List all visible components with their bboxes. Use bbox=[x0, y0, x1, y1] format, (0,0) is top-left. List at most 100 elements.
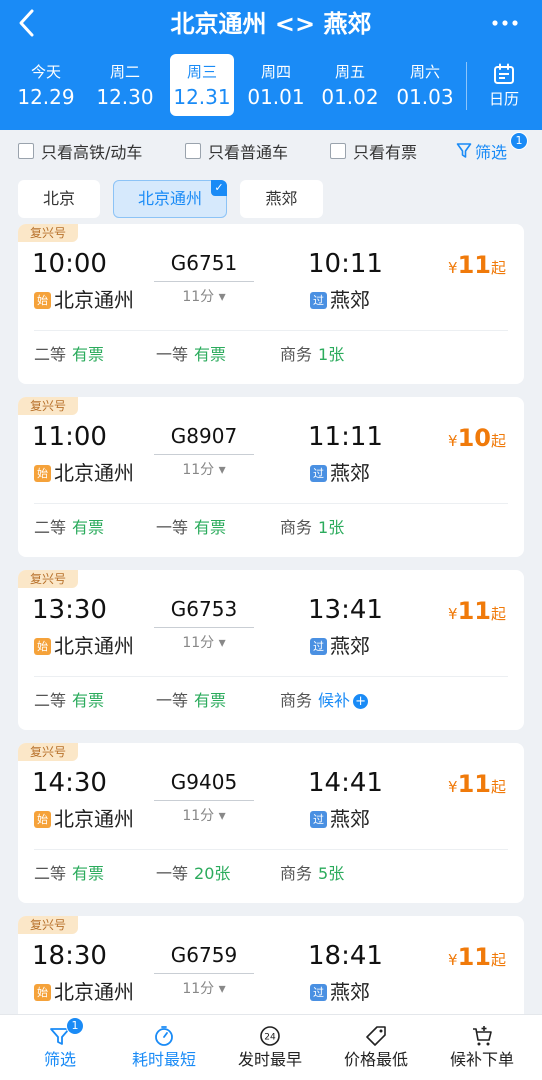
available-only-checkbox[interactable]: 只看有票 bbox=[330, 140, 417, 162]
date-tab-today[interactable]: 今天 12.29 bbox=[14, 54, 78, 116]
origin-badge-icon: 始 bbox=[34, 464, 51, 482]
waitlist-order-button[interactable]: 候补下单 bbox=[428, 1021, 536, 1071]
sort-shortest-button[interactable]: 耗时最短 bbox=[110, 1021, 218, 1071]
seat-label: 一等 bbox=[156, 518, 189, 537]
seat-availability: 5张 bbox=[318, 864, 345, 883]
train-number: G6759 bbox=[170, 943, 238, 967]
seat-label: 一等 bbox=[156, 691, 189, 710]
checkbox-label: 只看有票 bbox=[353, 143, 418, 162]
seat-availability: 有票 bbox=[72, 518, 105, 537]
train-number: G8907 bbox=[170, 424, 238, 448]
seat-business-class: 商务 1张 bbox=[280, 344, 344, 366]
date-tab-fri[interactable]: 周五 01.02 bbox=[318, 54, 382, 116]
seat-label: 二等 bbox=[34, 864, 67, 883]
arrival-time: 10:11 bbox=[308, 249, 383, 279]
origin-badge-icon: 始 bbox=[34, 810, 51, 828]
date-tab-date: 12.29 bbox=[17, 85, 75, 109]
price-value: 11 bbox=[457, 251, 491, 279]
origin-name: 北京通州 bbox=[54, 288, 134, 312]
duration[interactable]: 11分 ▾ bbox=[154, 805, 254, 827]
price-value: 10 bbox=[457, 424, 491, 452]
duration[interactable]: 11分 ▾ bbox=[154, 459, 254, 481]
checkbox-box bbox=[185, 143, 201, 159]
price-value: 11 bbox=[457, 770, 491, 798]
calendar-button[interactable]: 日历 bbox=[472, 58, 536, 110]
station-chip-label: 北京通州 bbox=[137, 189, 202, 208]
train-card[interactable]: 复兴号 18:30 G6759 11分 ▾ 18:41 ¥11起 始北京通州 过… bbox=[18, 916, 524, 1014]
seat-availability: 20张 bbox=[194, 864, 231, 883]
origin-station: 始北京通州 bbox=[34, 805, 134, 833]
station-chip-beijing[interactable]: 北京 bbox=[18, 180, 100, 218]
date-tab-thu[interactable]: 周四 01.01 bbox=[244, 54, 308, 116]
plus-circle-icon[interactable]: + bbox=[353, 693, 369, 709]
origin-station: 始北京通州 bbox=[34, 632, 134, 660]
train-card[interactable]: 复兴号 11:00 G8907 11分 ▾ 11:11 ¥10起 始北京通州 过… bbox=[18, 397, 524, 557]
seat-label: 商务 bbox=[280, 864, 313, 883]
currency-symbol: ¥ bbox=[448, 259, 458, 277]
cart-plus-icon bbox=[473, 1026, 492, 1046]
departure-time: 18:30 bbox=[32, 941, 107, 971]
date-tab-tue[interactable]: 周二 12.30 bbox=[93, 54, 157, 116]
date-tab-sat[interactable]: 周六 01.03 bbox=[393, 54, 457, 116]
more-dots-icon[interactable] bbox=[490, 8, 520, 45]
train-card[interactable]: 复兴号 13:30 G6753 11分 ▾ 13:41 ¥11起 始北京通州 过… bbox=[18, 570, 524, 730]
station-chip-beijing-tongzhou[interactable]: 北京通州 ✓ bbox=[113, 180, 227, 218]
duration-text: 11分 bbox=[182, 981, 215, 997]
stopwatch-icon bbox=[155, 1026, 173, 1046]
destination-name: 燕郊 bbox=[330, 288, 370, 312]
seat-availability: 有票 bbox=[72, 691, 105, 710]
duration[interactable]: 11分 ▾ bbox=[154, 286, 254, 308]
sort-earliest-button[interactable]: 24 发时最早 bbox=[216, 1021, 324, 1071]
filter-button[interactable]: 筛选 bbox=[456, 139, 507, 163]
filter-count-badge: 1 bbox=[510, 132, 528, 150]
seat-availability: 候补 bbox=[318, 691, 351, 710]
date-tab-weekday: 周六 bbox=[409, 63, 440, 81]
train-type-tag: 复兴号 bbox=[18, 570, 78, 588]
arrival-time: 14:41 bbox=[308, 768, 383, 798]
caret-down-icon: ▾ bbox=[218, 635, 226, 651]
price-suffix: 起 bbox=[490, 778, 506, 796]
seat-label: 商务 bbox=[280, 345, 313, 364]
duration[interactable]: 11分 ▾ bbox=[154, 978, 254, 1000]
train-card[interactable]: 复兴号 10:00 G6751 11分 ▾ 10:11 ¥11起 始北京通州 过… bbox=[18, 224, 524, 384]
origin-badge-icon: 始 bbox=[34, 983, 51, 1001]
bottom-filter-button[interactable]: 筛选 bbox=[6, 1021, 114, 1071]
date-tab-date: 01.03 bbox=[396, 85, 454, 109]
route-line bbox=[154, 973, 254, 974]
duration[interactable]: 11分 ▾ bbox=[154, 632, 254, 654]
destination-name: 燕郊 bbox=[330, 980, 370, 1004]
currency-symbol: ¥ bbox=[448, 605, 458, 623]
duration-text: 11分 bbox=[182, 635, 215, 651]
station-chips: 北京 北京通州 ✓ 燕郊 bbox=[0, 176, 542, 222]
high-speed-checkbox[interactable]: 只看高铁/动车 bbox=[18, 140, 142, 162]
seat-label: 一等 bbox=[156, 345, 189, 364]
currency-symbol: ¥ bbox=[448, 778, 458, 796]
seat-label: 商务 bbox=[280, 691, 313, 710]
sort-cheapest-button[interactable]: 价格最低 bbox=[322, 1021, 430, 1071]
regular-train-checkbox[interactable]: 只看普通车 bbox=[185, 140, 288, 162]
date-tab-weekday: 周五 bbox=[334, 63, 365, 81]
seat-business-class[interactable]: 商务 候补 + bbox=[280, 690, 369, 712]
station-chip-yanjiao[interactable]: 燕郊 bbox=[240, 180, 323, 218]
seat-first-class: 一等 有票 bbox=[156, 344, 226, 366]
funnel-icon bbox=[456, 143, 472, 158]
price: ¥11起 bbox=[448, 594, 506, 631]
date-tab-date: 01.02 bbox=[321, 85, 379, 109]
date-tab-weekday: 周三 bbox=[186, 63, 217, 81]
seat-availability: 有票 bbox=[72, 345, 105, 364]
destination-station: 过燕郊 bbox=[310, 805, 370, 833]
train-card[interactable]: 复兴号 14:30 G9405 11分 ▾ 14:41 ¥11起 始北京通州 过… bbox=[18, 743, 524, 903]
duration-text: 11分 bbox=[182, 808, 215, 824]
duration-text: 11分 bbox=[182, 289, 215, 305]
seat-label: 二等 bbox=[34, 691, 67, 710]
price-value: 11 bbox=[457, 943, 491, 971]
route-line bbox=[154, 454, 254, 455]
caret-down-icon: ▾ bbox=[218, 462, 226, 478]
departure-time: 11:00 bbox=[32, 422, 107, 452]
seat-second-class: 二等 有票 bbox=[34, 690, 104, 712]
currency-symbol: ¥ bbox=[448, 951, 458, 969]
price-value: 11 bbox=[457, 597, 491, 625]
date-tab-wed[interactable]: 周三 12.31 bbox=[170, 54, 234, 116]
origin-badge-icon: 始 bbox=[34, 291, 51, 309]
bottom-filter-badge: 1 bbox=[66, 1017, 84, 1035]
